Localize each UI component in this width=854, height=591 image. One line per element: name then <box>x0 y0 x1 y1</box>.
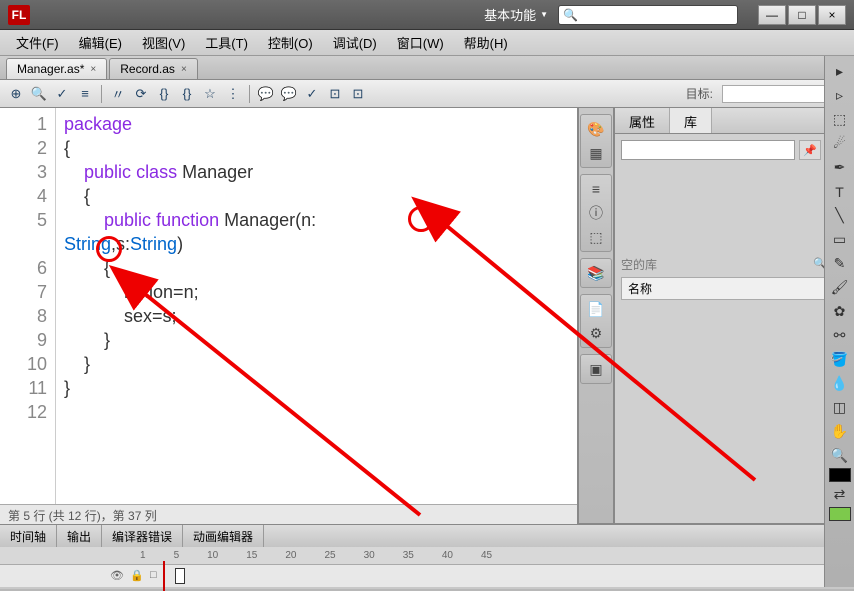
components-icon[interactable]: ▣ <box>584 358 608 380</box>
target-label: 目标: <box>686 85 713 102</box>
keyframe[interactable] <box>175 568 185 584</box>
empty-library-label: 空的库 <box>621 256 811 273</box>
title-bar: FL 基本功能▼ 🔍 — □ × <box>0 0 854 30</box>
toolbar-icon[interactable]: ⟳ <box>131 84 151 104</box>
close-icon[interactable]: × <box>181 64 187 75</box>
bottom-tab[interactable]: 输出 <box>57 525 102 547</box>
toolbar-icon[interactable]: {} <box>154 84 174 104</box>
fill-color[interactable] <box>829 507 851 521</box>
menu-item[interactable]: 视图(V) <box>132 30 195 55</box>
paint-bucket-icon[interactable]: 🪣 <box>828 348 852 371</box>
outline-icon[interactable]: □ <box>150 569 164 583</box>
lock-icon[interactable]: 🔒 <box>130 569 144 583</box>
toolbar-icon[interactable]: ⋮ <box>223 84 243 104</box>
pencil-tool-icon[interactable]: ✎ <box>828 252 852 275</box>
document-tab[interactable]: Record.as× <box>109 58 198 79</box>
stroke-color[interactable] <box>829 468 851 482</box>
swatches-icon[interactable]: ▦ <box>584 142 608 164</box>
eyedropper-icon[interactable]: 💧 <box>828 372 852 395</box>
eraser-tool-icon[interactable]: ◫ <box>828 396 852 419</box>
document-tab[interactable]: Manager.as*× <box>6 58 107 79</box>
library-dropdown[interactable] <box>621 140 795 160</box>
close-button[interactable]: × <box>818 5 846 25</box>
tab-library[interactable]: 库 <box>670 108 712 133</box>
align-icon[interactable]: ≡ <box>584 178 608 200</box>
search-box[interactable]: 🔍 <box>558 5 738 25</box>
subselection-tool-icon[interactable]: ▹ <box>828 84 852 107</box>
brush-tool-icon[interactable]: 🖌 <box>828 276 852 299</box>
text-tool-icon[interactable]: T <box>828 180 852 203</box>
app-icon: FL <box>8 5 30 25</box>
menu-item[interactable]: 编辑(E) <box>69 30 132 55</box>
chevron-down-icon: ▼ <box>540 10 548 19</box>
toolbar-icon[interactable]: ⊡ <box>348 84 368 104</box>
toolbar-icon[interactable]: 💬 <box>256 84 276 104</box>
toolbar-icon[interactable]: ⊡ <box>325 84 345 104</box>
menu-item[interactable]: 窗口(W) <box>387 30 454 55</box>
actions-icon[interactable]: 📄 <box>584 298 608 320</box>
bottom-tab[interactable]: 时间轴 <box>0 525 57 547</box>
hand-tool-icon[interactable]: ✋ <box>828 420 852 443</box>
swap-colors-icon[interactable]: ⇄ <box>828 483 852 506</box>
code-content[interactable]: package{ public class Manager { public f… <box>56 108 577 504</box>
toolbar-icon[interactable]: ⊕ <box>6 84 26 104</box>
toolbar-icon[interactable]: 🔍 <box>29 84 49 104</box>
color-icon[interactable]: 🎨 <box>584 118 608 140</box>
line-tool-icon[interactable]: ╲ <box>828 204 852 227</box>
tools-panel: ▸ ▹ ⬚ ☄ ✒ T ╲ ▭ ✎ 🖌 ✿ ⚯ 🪣 💧 ◫ ✋ 🔍 ⇄ <box>824 56 854 587</box>
pin-icon[interactable]: 📌 <box>799 140 821 160</box>
search-input[interactable] <box>558 5 738 25</box>
close-icon[interactable]: × <box>90 64 96 75</box>
free-transform-icon[interactable]: ⬚ <box>828 108 852 131</box>
status-bar: 第 5 行 (共 12 行)，第 37 列 <box>0 504 577 524</box>
zoom-tool-icon[interactable]: 🔍 <box>828 444 852 467</box>
panel-dock: 🎨▦ ≡ⓘ⬚ 📚 📄⚙ ▣ <box>578 108 614 524</box>
behaviors-icon[interactable]: ⚙ <box>584 322 608 344</box>
library-column-name[interactable]: 名称 <box>621 277 847 300</box>
menu-item[interactable]: 控制(O) <box>258 30 323 55</box>
bottom-tab[interactable]: 编译器错误 <box>102 525 183 547</box>
library-icon[interactable]: 📚 <box>584 262 608 284</box>
eye-icon[interactable]: 👁 <box>110 569 124 583</box>
editor-toolbar: ⊕🔍✓≡〃⟳{}{}☆⋮💬💬✓⊡⊡目标: <box>0 80 854 108</box>
code-editor[interactable]: 123456789101112 package{ public class Ma… <box>0 108 578 524</box>
tab-properties[interactable]: 属性 <box>615 108 670 133</box>
document-tab-bar: Manager.as*×Record.as× <box>0 56 854 80</box>
timeline-panel: 时间轴输出编译器错误动画编辑器 151015202530354045 👁 🔒 □ <box>0 525 854 589</box>
menu-item[interactable]: 调试(D) <box>323 30 387 55</box>
toolbar-icon[interactable]: ✓ <box>302 84 322 104</box>
toolbar-icon[interactable]: ≡ <box>75 84 95 104</box>
lasso-tool-icon[interactable]: ☄ <box>828 132 852 155</box>
bone-tool-icon[interactable]: ⚯ <box>828 324 852 347</box>
toolbar-icon[interactable]: {} <box>177 84 197 104</box>
library-panel: 属性 库 ▪≡ 📌 ⊞ 空的库 🔍 ⊡ 名称 <box>614 108 854 524</box>
info-icon[interactable]: ⓘ <box>584 202 608 224</box>
menu-bar: 文件(F)编辑(E)视图(V)工具(T)控制(O)调试(D)窗口(W)帮助(H) <box>0 30 854 56</box>
pen-tool-icon[interactable]: ✒ <box>828 156 852 179</box>
timeline-track[interactable]: 👁 🔒 □ <box>0 565 854 587</box>
minimize-button[interactable]: — <box>758 5 786 25</box>
transform-icon[interactable]: ⬚ <box>584 226 608 248</box>
selection-tool-icon[interactable]: ▸ <box>828 60 852 83</box>
deco-tool-icon[interactable]: ✿ <box>828 300 852 323</box>
rectangle-tool-icon[interactable]: ▭ <box>828 228 852 251</box>
toolbar-icon[interactable]: 〃 <box>108 84 128 104</box>
bottom-tab[interactable]: 动画编辑器 <box>183 525 264 547</box>
menu-item[interactable]: 帮助(H) <box>454 30 518 55</box>
toolbar-icon[interactable]: ✓ <box>52 84 72 104</box>
workspace-switcher[interactable]: 基本功能▼ <box>484 5 548 24</box>
toolbar-icon[interactable]: ☆ <box>200 84 220 104</box>
line-gutter: 123456789101112 <box>0 108 56 504</box>
menu-item[interactable]: 文件(F) <box>6 30 69 55</box>
timeline-ruler[interactable]: 151015202530354045 <box>0 547 854 565</box>
search-icon: 🔍 <box>563 8 578 22</box>
toolbar-icon[interactable]: 💬 <box>279 84 299 104</box>
maximize-button[interactable]: □ <box>788 5 816 25</box>
menu-item[interactable]: 工具(T) <box>195 30 258 55</box>
